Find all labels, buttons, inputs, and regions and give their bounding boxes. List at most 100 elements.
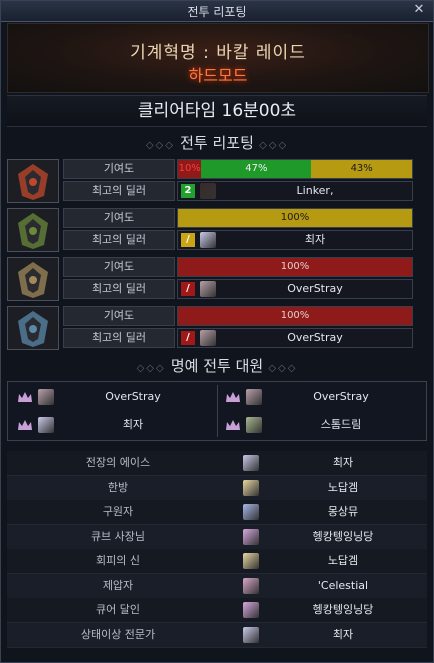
battle-report-window: 전투 리포팅 ✕ 기계혁명 : 바칼 레이드 하드모드 클리어타임 16분00초… [0, 0, 434, 663]
contribution-segment: 100% [178, 209, 412, 227]
award-player-name: 헹캉텡잉닝당 [312, 603, 374, 616]
character-avatar-icon [243, 577, 259, 594]
contribution-label: 기여도 [63, 257, 175, 277]
honor-member-name: 최자 [122, 418, 144, 431]
award-title: 회피의 신 [96, 554, 140, 567]
crown-icon [226, 420, 240, 430]
raid-header-banner: 기계혁명 : 바칼 레이드 하드모드 [7, 23, 429, 93]
boss-row: 기여도 최고의 딜러 100% / OverStray [7, 306, 427, 350]
contribution-segment: 47% [201, 160, 312, 178]
raid-mode-title: 기계혁명 : 바칼 레이드 [130, 43, 306, 63]
dealer-rank-badge-icon: 2 [181, 184, 195, 198]
dealer-rank-badge-icon: / [181, 233, 195, 247]
section-title-honor: 명예 전투 대원 [170, 357, 264, 375]
dealer-name: 최자 [304, 233, 326, 246]
boss-portrait-icon [7, 208, 59, 252]
honor-divider [217, 385, 218, 437]
honor-members-panel: OverStray OverStray 최자 스톰드림 [7, 381, 427, 441]
close-icon[interactable]: ✕ [411, 2, 427, 18]
difficulty-label: 하드모드 [188, 66, 248, 85]
character-avatar-icon [200, 281, 216, 297]
divider-ornament-icon: ◇◇◇ [253, 140, 289, 151]
crown-icon [18, 420, 32, 430]
award-title: 한방 [107, 480, 129, 494]
top-dealer-field: 2 Linker, [177, 181, 413, 201]
top-dealer-label: 최고의 딜러 [63, 230, 175, 250]
honor-member: OverStray [12, 384, 212, 410]
top-dealer-label: 최고의 딜러 [63, 328, 175, 348]
character-avatar-icon [38, 389, 54, 405]
top-dealer-label: 최고의 딜러 [63, 279, 175, 299]
character-avatar-icon [243, 455, 259, 471]
divider-ornament-icon: ◇◇◇ [263, 363, 298, 374]
award-title: 제압자 [102, 578, 134, 592]
dealer-name: OverStray [287, 331, 343, 344]
award-player-name: 최자 [332, 627, 354, 641]
crown-icon [18, 392, 32, 402]
character-avatar-icon [243, 528, 259, 545]
crown-icon [226, 392, 240, 402]
award-title: 전장의 에이스 [85, 456, 151, 469]
character-avatar-icon [200, 330, 216, 346]
award-row: 제압자 'Celestial [7, 573, 427, 599]
award-player-name: 헹캉텡잉닝당 [312, 529, 374, 543]
character-avatar-icon [243, 479, 259, 496]
window-title: 전투 리포팅 [187, 5, 247, 19]
top-dealer-label: 최고의 딜러 [63, 181, 175, 201]
boss-row: 기여도 최고의 딜러 100% / 최자 [7, 208, 427, 252]
honor-member: 스톰드림 [220, 412, 420, 438]
honor-member-name: OverStray [105, 390, 161, 403]
award-title: 큐브 사장님 [90, 529, 146, 543]
award-row: 구원자 몽상뮤 [7, 500, 427, 525]
boss-row: 기여도 최고의 딜러 100% / OverStray [7, 257, 427, 301]
character-avatar-icon [200, 183, 216, 199]
award-player-name: 노답겜 [327, 554, 359, 567]
contribution-label: 기여도 [63, 306, 175, 326]
honor-member-name: OverStray [313, 390, 369, 403]
divider-ornament-icon: ◇◇◇ [145, 140, 181, 151]
dealer-rank-badge-icon: / [181, 282, 195, 296]
boss-portrait-icon [7, 257, 59, 301]
top-dealer-field: / OverStray [177, 279, 413, 299]
boss-portrait-icon [7, 306, 59, 350]
dealer-name: OverStray [287, 282, 343, 295]
contribution-segment: 100% [178, 307, 412, 325]
boss-portrait-icon [7, 159, 59, 203]
award-player-name: 'Celestial [317, 578, 369, 592]
contribution-segment: 100% [178, 258, 412, 276]
character-avatar-icon [243, 626, 259, 643]
contribution-bar: 10% 47% 43% [177, 159, 413, 179]
award-player-name: 최자 [332, 456, 354, 469]
contribution-bar: 100% [177, 208, 413, 228]
contribution-label: 기여도 [63, 159, 175, 179]
award-row: 한방 노답겜 [7, 475, 427, 501]
section-title-report: 전투 리포팅 [180, 134, 254, 152]
award-row: 상태이상 전문가 최자 [7, 622, 427, 648]
contribution-segment: 43% [311, 160, 412, 178]
contribution-bar: 100% [177, 257, 413, 277]
contribution-segment: 10% [178, 160, 202, 178]
boss-row: 기여도 최고의 딜러 10% 47% 43% 2 Linker, [7, 159, 427, 203]
award-row: 큐어 달인 헹캉텡잉닝당 [7, 598, 427, 623]
contribution-label: 기여도 [63, 208, 175, 228]
award-player-name: 몽상뮤 [327, 505, 359, 518]
section-battle-report: ◇◇◇ 전투 리포팅 ◇◇◇ [7, 133, 427, 153]
character-avatar-icon [38, 417, 54, 433]
title-bar[interactable]: 전투 리포팅 ✕ [1, 1, 433, 22]
award-row: 회피의 신 노답겜 [7, 549, 427, 574]
award-title: 큐어 달인 [96, 603, 140, 616]
dealer-name: Linker, [296, 184, 334, 197]
honor-member-name: 스톰드림 [320, 418, 362, 431]
character-avatar-icon [243, 504, 259, 520]
dealer-rank-badge-icon: / [181, 331, 195, 345]
character-avatar-icon [200, 232, 216, 248]
character-avatar-icon [246, 417, 262, 433]
award-row: 큐브 사장님 헹캉텡잉닝당 [7, 524, 427, 550]
top-dealer-field: / OverStray [177, 328, 413, 348]
divider-ornament-icon: ◇◇◇ [136, 363, 171, 374]
clear-time: 클리어타임 16분00초 [7, 95, 427, 127]
section-honor: ◇◇◇ 명예 전투 대원 ◇◇◇ [7, 356, 427, 376]
top-dealer-field: / 최자 [177, 230, 413, 250]
award-title: 상태이상 전문가 [80, 627, 156, 641]
honor-member: 최자 [12, 412, 212, 438]
